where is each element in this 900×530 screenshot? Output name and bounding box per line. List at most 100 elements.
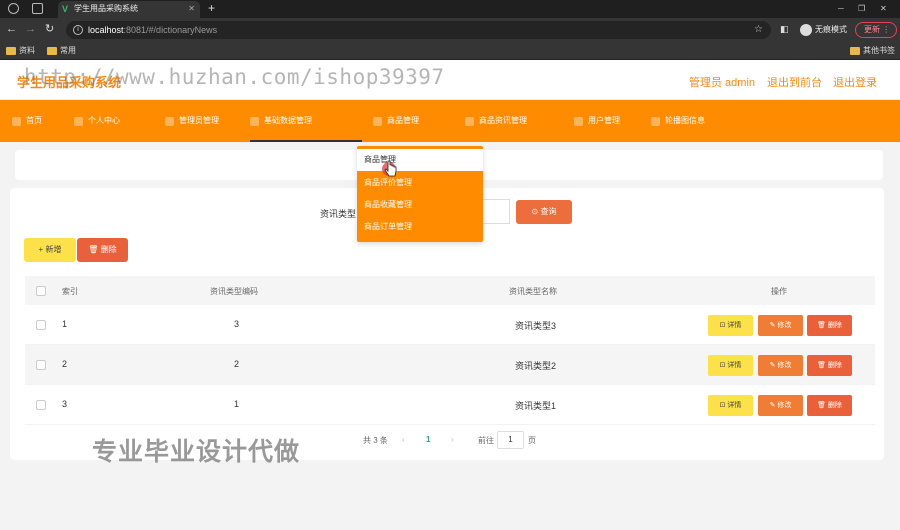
reload-icon[interactable]: ↻ bbox=[45, 22, 54, 36]
basic-data-dropdown: 商品管理 商品评价管理 商品收藏管理 商品订单管理 bbox=[357, 146, 483, 242]
minimize-icon[interactable]: ─ bbox=[838, 0, 844, 17]
nav-item-admin[interactable]: 管理员管理 bbox=[165, 100, 219, 142]
trash-icon: 🗑 bbox=[88, 245, 99, 254]
nav-item-home[interactable]: 首页 bbox=[12, 100, 42, 142]
column-header-actions: 操作 bbox=[771, 287, 787, 296]
delete-label: 删除 bbox=[100, 245, 117, 254]
pagination-total: 共 3 条 bbox=[363, 436, 388, 445]
nav-label: 用户管理 bbox=[588, 116, 620, 125]
close-window-icon[interactable]: ✕ bbox=[880, 0, 887, 17]
pencil-icon: ✎ bbox=[769, 402, 776, 409]
admin-label: 管理员 admin bbox=[689, 77, 756, 89]
nav-label: 商品管理 bbox=[387, 116, 419, 125]
nav-item-goods[interactable]: 商品管理 bbox=[373, 100, 419, 142]
edit-button[interactable]: ✎ 修改 bbox=[758, 355, 803, 376]
add-button[interactable]: + 新增 bbox=[24, 238, 76, 262]
detail-label: 详情 bbox=[727, 402, 742, 409]
delete-button[interactable]: 🗑 删除 bbox=[807, 355, 852, 376]
column-header-code: 资讯类型编码 bbox=[210, 287, 258, 296]
cell-index: 3 bbox=[62, 399, 68, 409]
bottom-watermark: 专业毕业设计代做 bbox=[92, 438, 301, 466]
dropdown-item-orders[interactable]: 商品订单管理 bbox=[357, 216, 483, 238]
detail-icon: ⊡ bbox=[719, 402, 726, 409]
close-tab-icon[interactable]: ✕ bbox=[188, 1, 195, 17]
table-row: 2 2 资讯类型2 ⊡ 详情 ✎ 修改 🗑 删除 bbox=[25, 345, 875, 385]
goto-page-input[interactable]: 1 bbox=[497, 431, 524, 449]
detail-label: 详情 bbox=[727, 322, 742, 329]
update-button[interactable]: 更新 ⋮ bbox=[855, 22, 897, 38]
dropdown-item-favorites[interactable]: 商品收藏管理 bbox=[357, 194, 483, 216]
prev-page-icon[interactable]: ‹ bbox=[402, 435, 405, 444]
delete-button[interactable]: 🗑 删除 bbox=[807, 395, 852, 416]
sidebar-icon[interactable]: ◧ bbox=[780, 22, 789, 36]
cell-name: 资讯类型2 bbox=[515, 361, 557, 371]
cell-index: 1 bbox=[62, 319, 68, 329]
nav-item-carousel[interactable]: 轮播图信息 bbox=[651, 100, 705, 142]
add-label: 新增 bbox=[45, 245, 62, 254]
nav-label: 轮播图信息 bbox=[665, 116, 705, 125]
batch-delete-button[interactable]: 🗑 删除 bbox=[77, 238, 128, 262]
bookmark-folder[interactable]: 其他书签 bbox=[850, 42, 895, 59]
detail-button[interactable]: ⊡ 详情 bbox=[708, 395, 753, 416]
search-label: 资讯类型 bbox=[320, 209, 357, 219]
restore-icon[interactable]: ❐ bbox=[858, 0, 865, 17]
cell-code: 3 bbox=[234, 319, 240, 329]
nav-item-goods-news[interactable]: 商品资讯管理 bbox=[465, 100, 527, 142]
delete-button[interactable]: 🗑 删除 bbox=[807, 315, 852, 336]
search-input[interactable] bbox=[480, 199, 510, 224]
edit-button[interactable]: ✎ 修改 bbox=[758, 315, 803, 336]
new-tab-icon[interactable]: + bbox=[208, 0, 215, 17]
query-label: 查询 bbox=[540, 207, 557, 216]
back-icon[interactable]: ← bbox=[6, 22, 17, 36]
nav-item-profile[interactable]: 个人中心 bbox=[74, 100, 120, 142]
row-checkbox[interactable] bbox=[36, 320, 46, 330]
incognito-label: 无痕模式 bbox=[815, 25, 847, 34]
row-checkbox[interactable] bbox=[36, 400, 46, 410]
detail-icon: ⊡ bbox=[719, 322, 726, 329]
column-header-name: 资讯类型名称 bbox=[509, 287, 557, 296]
back-to-front-link[interactable]: 退出到前台 bbox=[767, 74, 822, 90]
edit-button[interactable]: ✎ 修改 bbox=[758, 395, 803, 416]
tab-title: 学生用品采购系统 bbox=[74, 4, 138, 13]
bookmark-folder[interactable]: 资料 bbox=[6, 42, 35, 59]
nav-label: 首页 bbox=[26, 116, 42, 125]
tab-search-icon[interactable] bbox=[32, 3, 43, 14]
select-all-checkbox[interactable] bbox=[36, 286, 46, 296]
browser-tab[interactable]: V 学生用品采购系统 ✕ bbox=[58, 1, 200, 18]
trash-icon: 🗑 bbox=[817, 362, 826, 369]
dropdown-item-goods[interactable]: 商品管理 bbox=[357, 149, 483, 171]
bookmark-label: 常用 bbox=[60, 46, 76, 55]
row-checkbox[interactable] bbox=[36, 360, 46, 370]
cell-name: 资讯类型3 bbox=[515, 321, 557, 331]
table-row: 1 3 资讯类型3 ⊡ 详情 ✎ 修改 🗑 删除 bbox=[25, 305, 875, 345]
detail-button[interactable]: ⊡ 详情 bbox=[708, 315, 753, 336]
nav-label: 个人中心 bbox=[88, 116, 120, 125]
nav-label: 基础数据管理 bbox=[264, 116, 312, 125]
incognito-avatar bbox=[800, 23, 812, 36]
update-label: 更新 bbox=[864, 25, 880, 34]
query-button[interactable]: ⊙ 查询 bbox=[516, 200, 572, 224]
page-number-current[interactable]: 1 bbox=[426, 435, 430, 444]
nav-label: 商品资讯管理 bbox=[479, 116, 527, 125]
bookmark-folder[interactable]: 常用 bbox=[47, 42, 76, 59]
logout-link[interactable]: 退出登录 bbox=[833, 74, 877, 90]
detail-button[interactable]: ⊡ 详情 bbox=[708, 355, 753, 376]
bookmark-star-icon[interactable]: ☆ bbox=[754, 21, 763, 39]
dropdown-item-reviews[interactable]: 商品评价管理 bbox=[357, 172, 483, 194]
vue-icon: V bbox=[62, 4, 69, 14]
url-field[interactable]: i localhost:8081/#/dictionaryNews ☆ bbox=[66, 21, 771, 39]
bookmark-label: 资料 bbox=[19, 46, 35, 55]
browser-menu-icon[interactable] bbox=[8, 3, 19, 14]
goods-icon bbox=[373, 117, 382, 126]
next-page-icon[interactable]: › bbox=[451, 435, 454, 444]
site-info-icon[interactable]: i bbox=[73, 25, 83, 35]
incognito-indicator[interactable]: 无痕模式 bbox=[800, 22, 847, 37]
nav-item-basic-data[interactable]: 基础数据管理 bbox=[250, 100, 362, 142]
nav-item-users[interactable]: 用户管理 bbox=[574, 100, 620, 142]
carousel-icon bbox=[651, 117, 660, 126]
data-icon bbox=[250, 117, 259, 126]
page-unit-label: 页 bbox=[528, 436, 536, 445]
forward-icon[interactable]: → bbox=[25, 22, 36, 36]
folder-icon bbox=[850, 47, 860, 55]
users-icon bbox=[574, 117, 583, 126]
